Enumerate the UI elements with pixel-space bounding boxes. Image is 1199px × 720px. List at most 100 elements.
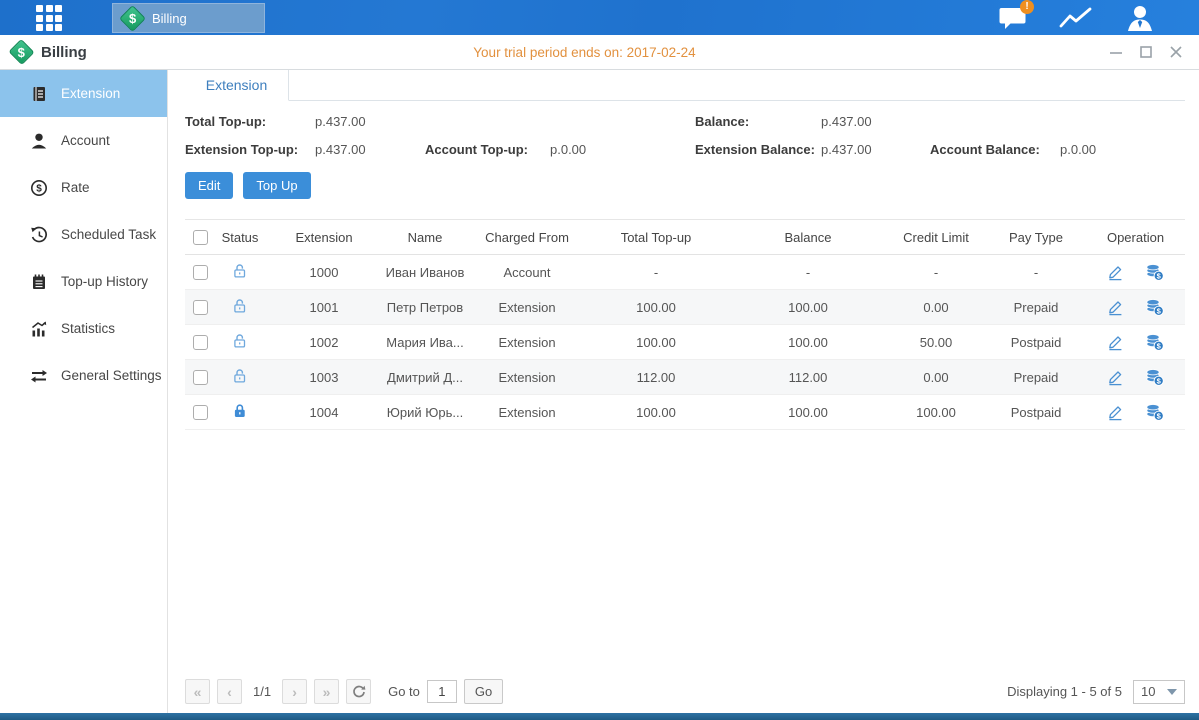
messages-icon[interactable]: ! — [998, 5, 1027, 31]
charged-from-cell: Extension — [472, 290, 582, 325]
sidebar-item-label: Scheduled Task — [61, 227, 156, 242]
total-topup-value: p.437.00 — [315, 114, 425, 129]
page-size-select[interactable]: 10 — [1133, 680, 1185, 704]
sidebar-item-account[interactable]: Account — [0, 117, 167, 164]
sidebar-item-scheduled-task[interactable]: Scheduled Task — [0, 211, 167, 258]
clock-icon — [30, 226, 48, 244]
trial-notice: Your trial period ends on: 2017-02-24 — [0, 45, 1169, 60]
statistics-chart-icon[interactable] — [1059, 5, 1093, 31]
top-up-coins-icon[interactable]: $ — [1145, 299, 1164, 316]
extensions-table: Status Extension Name Charged From Total… — [185, 219, 1185, 430]
refresh-icon — [352, 685, 366, 699]
top-up-button[interactable]: Top Up — [243, 172, 310, 199]
sidebar-item-statistics[interactable]: Statistics — [0, 305, 167, 352]
maximize-icon[interactable] — [1139, 45, 1153, 59]
top-up-coins-icon[interactable]: $ — [1145, 334, 1164, 351]
row-checkbox[interactable] — [193, 370, 208, 385]
ledger-icon — [30, 85, 48, 103]
pagination-bar: « ‹ 1/1 › » Go to Go Displaying 1 - 5 of… — [185, 679, 1185, 704]
first-page-button[interactable]: « — [185, 679, 210, 704]
row-checkbox[interactable] — [193, 265, 208, 280]
table-row: 1000 Иван Иванов Account - - - - $ — [185, 255, 1185, 290]
pay-type-cell: Postpaid — [986, 325, 1086, 360]
tab-strip: Extension — [185, 70, 1185, 101]
extension-cell: 1003 — [270, 360, 378, 395]
notebook-icon — [30, 273, 48, 291]
sidebar-item-extension[interactable]: Extension — [0, 70, 167, 117]
edit-pencil-icon[interactable] — [1107, 264, 1124, 281]
row-checkbox[interactable] — [193, 335, 208, 350]
tab-extension-label: Extension — [206, 77, 267, 93]
extension-balance-value: p.437.00 — [821, 142, 930, 157]
table-row: 1004 Юрий Юрь... Extension 100.00 100.00… — [185, 395, 1185, 430]
edit-pencil-icon[interactable] — [1107, 404, 1124, 421]
minimize-icon[interactable] — [1109, 45, 1123, 59]
edit-button[interactable]: Edit — [185, 172, 233, 199]
status-unlocked-icon — [232, 368, 248, 384]
account-topup-label: Account Top-up: — [425, 142, 550, 157]
billing-app-tab[interactable]: $ Billing — [112, 3, 265, 33]
top-up-coins-icon[interactable]: $ — [1145, 404, 1164, 421]
account-topup-value: p.0.00 — [550, 142, 695, 157]
top-up-coins-icon[interactable]: $ — [1145, 264, 1164, 281]
billing-app-window: $ Billing ! — [0, 0, 1199, 720]
last-page-button[interactable]: » — [314, 679, 339, 704]
dollar-circle-icon: $ — [30, 179, 48, 197]
bar-chart-icon — [30, 320, 48, 338]
status-unlocked-icon — [232, 263, 248, 279]
user-icon[interactable] — [1125, 4, 1155, 32]
name-cell: Петр Петров — [378, 290, 472, 325]
table-header-row: Status Extension Name Charged From Total… — [185, 220, 1185, 255]
name-cell: Юрий Юрь... — [378, 395, 472, 430]
main-content: Extension Total Top-up: p.437.00 Balance… — [168, 70, 1199, 713]
balance-value: p.437.00 — [821, 114, 930, 129]
tab-extension[interactable]: Extension — [185, 70, 289, 101]
credit-limit-cell: 0.00 — [886, 290, 986, 325]
page-indicator: 1/1 — [253, 684, 271, 699]
total-topup-cell: 112.00 — [582, 360, 730, 395]
balance-cell: 100.00 — [730, 325, 886, 360]
sidebar-item-label: Statistics — [61, 321, 115, 336]
edit-pencil-icon[interactable] — [1107, 299, 1124, 316]
balance-cell: 100.00 — [730, 395, 886, 430]
sidebar-item-rate[interactable]: $ Rate — [0, 164, 167, 211]
total-topup-cell: - — [582, 255, 730, 290]
extension-topup-value: p.437.00 — [315, 142, 425, 157]
balance-cell: - — [730, 255, 886, 290]
page-title: Billing — [41, 44, 87, 61]
select-all-checkbox[interactable] — [193, 230, 208, 245]
edit-pencil-icon[interactable] — [1107, 369, 1124, 386]
top-up-coins-icon[interactable]: $ — [1145, 369, 1164, 386]
goto-label: Go to — [388, 684, 420, 699]
charged-from-cell: Account — [472, 255, 582, 290]
billing-dollar-diamond-icon: $ — [8, 39, 34, 65]
edit-pencil-icon[interactable] — [1107, 334, 1124, 351]
col-status: Status — [210, 220, 270, 255]
pay-type-cell: Postpaid — [986, 395, 1086, 430]
app-tab-label: Billing — [152, 11, 187, 26]
go-button[interactable]: Go — [464, 679, 503, 704]
prev-page-button[interactable]: ‹ — [217, 679, 242, 704]
total-topup-cell: 100.00 — [582, 290, 730, 325]
table-row: 1001 Петр Петров Extension 100.00 100.00… — [185, 290, 1185, 325]
refresh-button[interactable] — [346, 679, 371, 704]
balance-summary: Total Top-up: p.437.00 Balance: p.437.00… — [185, 114, 1185, 157]
credit-limit-cell: 50.00 — [886, 325, 986, 360]
next-page-button[interactable]: › — [282, 679, 307, 704]
sidebar-item-label: Top-up History — [61, 274, 148, 289]
sidebar-item-topup-history[interactable]: Top-up History — [0, 258, 167, 305]
credit-limit-cell: 0.00 — [886, 360, 986, 395]
top-bar: $ Billing ! — [0, 0, 1199, 35]
sidebar-item-general-settings[interactable]: General Settings — [0, 352, 167, 399]
goto-page-input[interactable] — [427, 680, 457, 703]
col-operation: Operation — [1086, 220, 1185, 255]
row-checkbox[interactable] — [193, 300, 208, 315]
notification-badge: ! — [1020, 0, 1034, 14]
close-icon[interactable] — [1169, 45, 1183, 59]
name-cell: Мария Ива... — [378, 325, 472, 360]
extension-cell: 1004 — [270, 395, 378, 430]
col-extension: Extension — [270, 220, 378, 255]
total-topup-cell: 100.00 — [582, 325, 730, 360]
apps-grid-icon[interactable] — [36, 5, 70, 30]
row-checkbox[interactable] — [193, 405, 208, 420]
